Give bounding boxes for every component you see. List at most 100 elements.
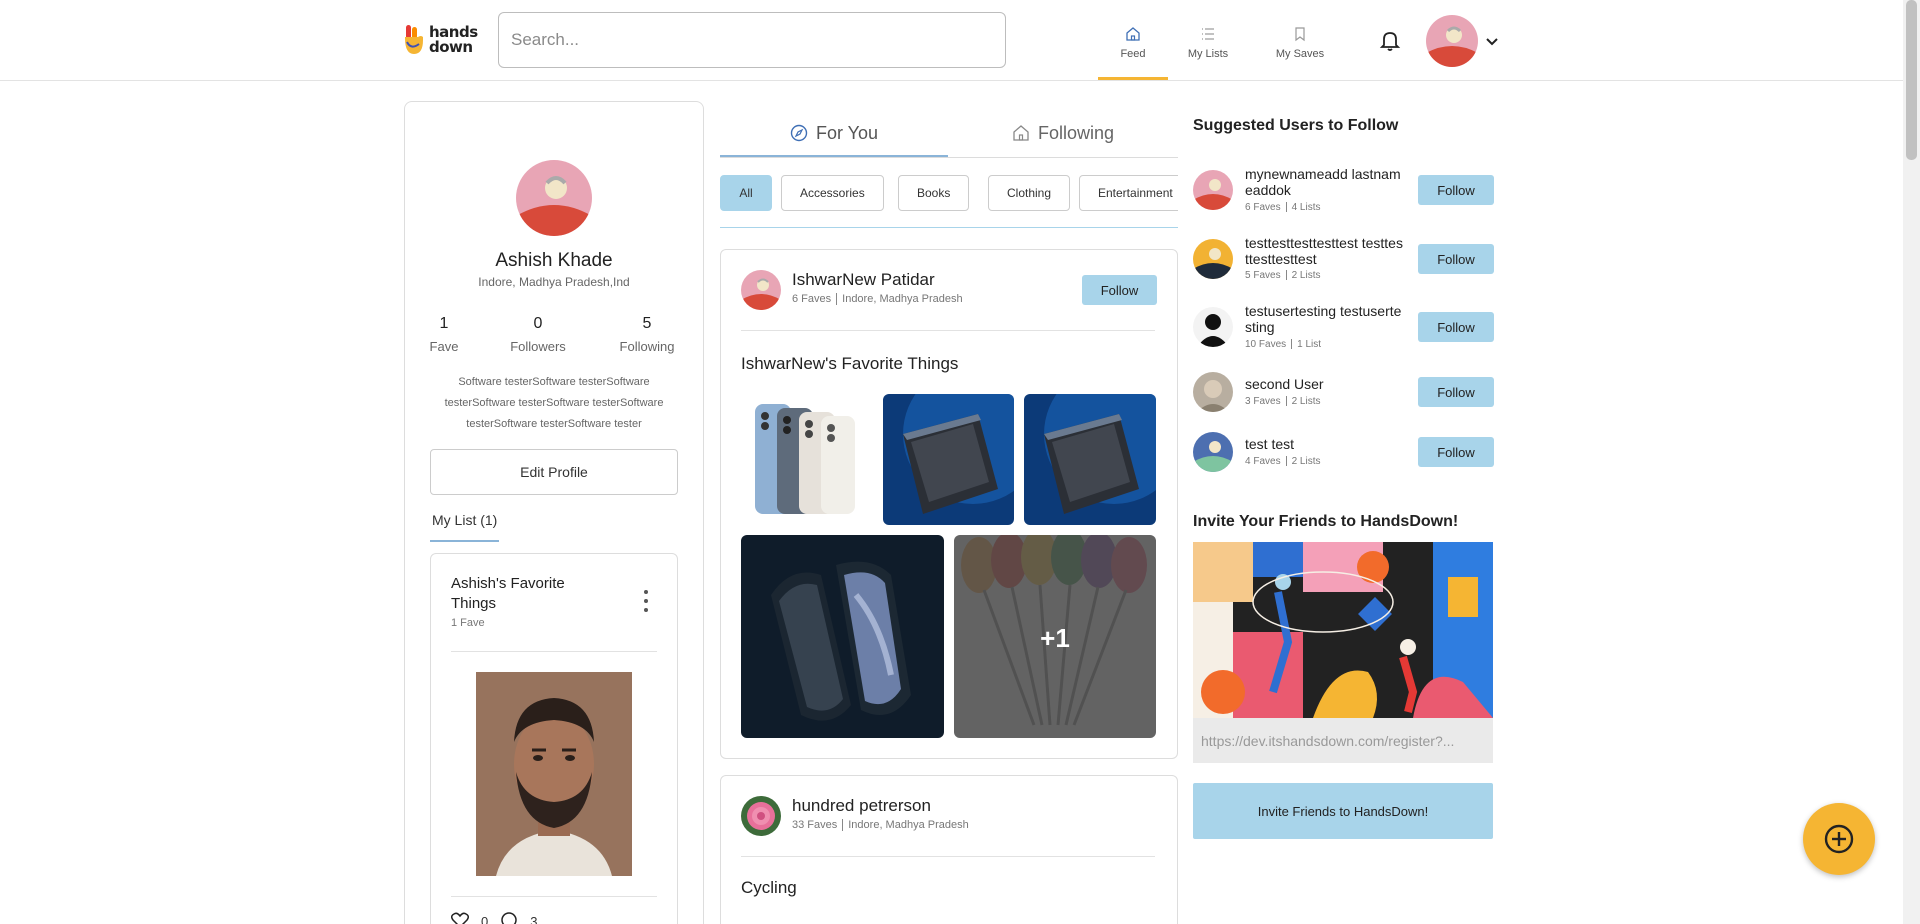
post-card <box>720 775 1178 924</box>
nav-my-saves-label: My Saves <box>1275 48 1325 60</box>
post-author-location: Indore, Madhya Pradesh <box>842 293 963 305</box>
stat-following[interactable]: 5 Following <box>602 315 692 354</box>
product-image-fly-swatters[interactable]: +1 <box>954 535 1156 738</box>
chip-clothing[interactable]: Clothing <box>988 175 1071 211</box>
chip-all[interactable]: All <box>720 175 772 211</box>
tab-my-list[interactable]: My List (1) <box>430 512 500 542</box>
comments-count: 3 <box>530 914 538 924</box>
suggested-user-lists: 2 Lists <box>1291 456 1321 467</box>
tab-for-you-label: For You <box>815 122 879 143</box>
post-author-faves: 6 Faves <box>792 293 832 305</box>
tabs-divider <box>720 157 1178 158</box>
list-item-image[interactable] <box>476 672 632 876</box>
suggested-user-avatar[interactable] <box>1193 432 1233 472</box>
suggested-user-faves: 5 Faves <box>1245 270 1281 281</box>
tab-following[interactable]: Following <box>948 110 1178 156</box>
follow-button[interactable]: Follow <box>1418 244 1494 274</box>
invite-link-field[interactable] <box>1193 718 1493 763</box>
post-author-avatar[interactable] <box>741 796 781 836</box>
suggested-users-title: Suggested Users to Follow <box>1193 117 1399 134</box>
profile-avatar <box>516 160 592 236</box>
list-card-actions: 0 3 <box>450 912 538 924</box>
suggested-user-avatar[interactable] <box>1193 372 1233 412</box>
suggested-user-lists: 2 Lists <box>1291 396 1321 407</box>
product-image-iphone[interactable] <box>741 394 872 525</box>
post-author-meta: 33 Faves Indore, Madhya Pradesh <box>792 819 969 832</box>
plus-circle-icon <box>1824 824 1854 854</box>
create-list-button[interactable] <box>1803 803 1875 875</box>
post-author-name[interactable]: hundred petrerson <box>792 796 931 816</box>
chevron-down-icon[interactable] <box>1484 33 1500 49</box>
invite-friends-button[interactable]: Invite Friends to HandsDown! <box>1193 783 1493 839</box>
nav-my-lists[interactable]: My Lists <box>1173 22 1243 80</box>
suggested-user-meta: 3 Faves 2 Lists <box>1245 396 1320 407</box>
follow-button[interactable]: Follow <box>1082 275 1157 305</box>
suggested-user-meta: 6 Faves 4 Lists <box>1245 202 1320 213</box>
stat-following-label: Following <box>619 339 675 354</box>
product-image-flip-phone[interactable] <box>741 535 944 738</box>
product-image-laptop[interactable] <box>1024 394 1156 525</box>
divider <box>451 651 657 652</box>
follow-button[interactable]: Follow <box>1418 437 1494 467</box>
suggested-user-name[interactable]: testtesttesttesttest testtesttesttesttes… <box>1245 235 1405 267</box>
product-image-laptop[interactable] <box>883 394 1014 525</box>
suggested-user-lists: 4 Lists <box>1291 202 1321 213</box>
chip-entertainment[interactable]: Entertainment <box>1079 175 1178 211</box>
stat-faves-value: 1 <box>439 315 449 332</box>
nav-my-saves[interactable]: My Saves <box>1265 22 1335 80</box>
follow-button[interactable]: Follow <box>1418 312 1494 342</box>
suggested-user-faves: 3 Faves <box>1245 396 1281 407</box>
post-author-avatar[interactable] <box>741 270 781 310</box>
logo-text-down: down <box>429 38 473 56</box>
follow-button[interactable]: Follow <box>1418 175 1494 205</box>
heart-icon[interactable] <box>450 912 470 924</box>
post-author-faves: 33 Faves <box>792 819 838 831</box>
home-icon <box>1126 27 1140 41</box>
post-list-title[interactable]: IshwarNew's Favorite Things <box>741 354 958 374</box>
suggested-user-name[interactable]: test test <box>1245 436 1405 452</box>
suggested-user-name[interactable]: second User <box>1245 376 1405 392</box>
post-author-name[interactable]: IshwarNew Patidar <box>792 270 935 290</box>
suggested-user-avatar[interactable] <box>1193 307 1233 347</box>
stat-followers[interactable]: 0 Followers <box>493 315 583 354</box>
stat-following-value: 5 <box>642 315 652 332</box>
search-input[interactable] <box>498 12 1006 68</box>
post-author-meta: 6 Faves Indore, Madhya Pradesh <box>792 293 963 306</box>
stat-faves-label: Fave <box>429 339 459 354</box>
suggested-user-lists: 1 List <box>1297 339 1322 350</box>
suggested-user-meta: 5 Faves 2 Lists <box>1245 270 1320 281</box>
home-icon <box>1013 125 1029 141</box>
stat-faves[interactable]: 1 Fave <box>399 315 489 354</box>
post-list-title[interactable]: Cycling <box>741 878 797 898</box>
bookmark-icon <box>1295 27 1305 42</box>
nav-my-lists-label: My Lists <box>1187 48 1229 60</box>
follow-button[interactable]: Follow <box>1418 377 1494 407</box>
suggested-user-faves: 4 Faves <box>1245 456 1281 467</box>
chip-books[interactable]: Books <box>898 175 970 211</box>
comment-icon[interactable] <box>500 912 518 924</box>
edit-profile-button[interactable]: Edit Profile <box>430 449 678 495</box>
handsdown-logo[interactable]: hands down <box>403 22 483 58</box>
divider <box>451 896 657 897</box>
more-options-icon[interactable] <box>638 588 654 614</box>
profile-location: Indore, Madhya Pradesh,Ind <box>478 275 630 289</box>
bell-icon[interactable] <box>1378 28 1402 52</box>
nav-feed[interactable]: Feed <box>1098 22 1168 80</box>
chips-divider <box>720 227 1178 228</box>
chip-accessories[interactable]: Accessories <box>781 175 884 211</box>
scrollbar-thumb[interactable] <box>1906 0 1917 160</box>
tab-for-you[interactable]: For You <box>720 110 948 156</box>
suggested-user-avatar[interactable] <box>1193 239 1233 279</box>
suggested-user-name[interactable]: mynewnameadd lastnameaddok <box>1245 166 1405 198</box>
suggested-user-meta: 4 Faves 2 Lists <box>1245 456 1320 467</box>
divider <box>741 330 1155 331</box>
stat-followers-label: Followers <box>510 339 566 354</box>
list-card-title: Ashish's Favorite Things <box>451 575 565 612</box>
invite-illustration <box>1193 542 1493 718</box>
user-avatar[interactable] <box>1426 15 1478 67</box>
suggested-user-name[interactable]: testusertesting testusertesting <box>1245 303 1405 335</box>
compass-icon <box>790 124 808 142</box>
suggested-user-faves: 6 Faves <box>1245 202 1281 213</box>
category-chips: All Accessories Books Clothing Entertain… <box>720 175 1178 211</box>
suggested-user-avatar[interactable] <box>1193 170 1233 210</box>
